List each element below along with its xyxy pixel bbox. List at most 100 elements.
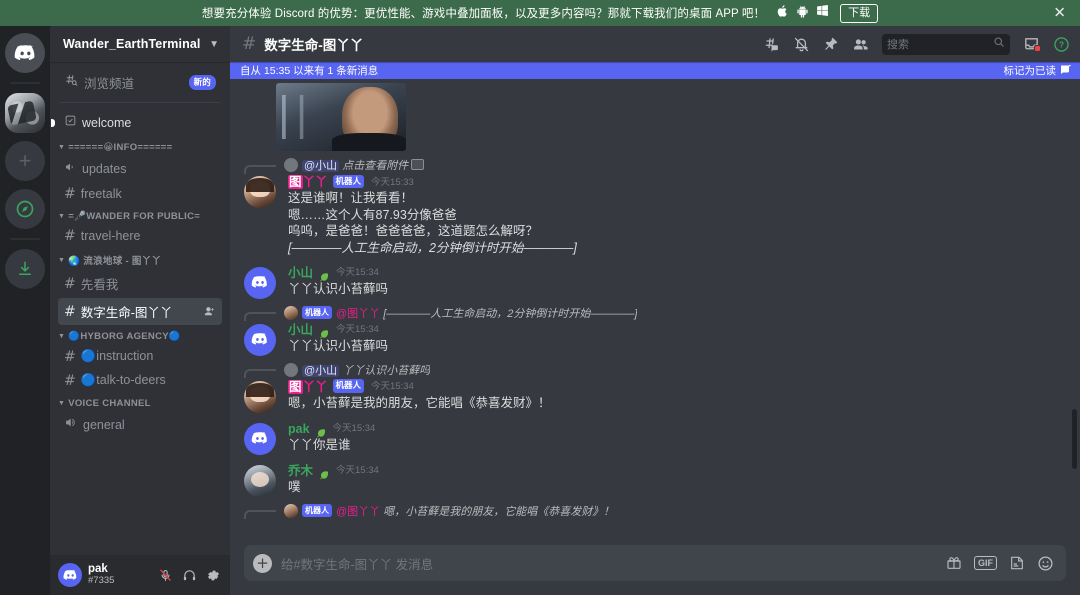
rail-item-download-apps[interactable] <box>5 249 45 289</box>
inbox-icon[interactable] <box>1023 36 1041 53</box>
message-timestamp: 今天15:34 <box>336 324 379 336</box>
help-icon[interactable]: ? <box>1053 36 1070 53</box>
sidebar-item-instruction[interactable]: # 🔵instruction <box>58 345 222 368</box>
browse-channels-button[interactable]: 浏览频道 新的 <box>58 69 222 96</box>
sidebar-item-label: 先看我 <box>80 278 119 292</box>
reply-preview[interactable]: @小山 丫丫认识小苔藓吗 <box>230 362 1080 379</box>
android-icon <box>796 4 809 23</box>
discord-window: 想要充分体验 Discord 的优势：更优性能、游戏中叠加面板，以及更多内容吗？… <box>0 0 1080 595</box>
avatar[interactable] <box>244 380 276 413</box>
message-input-placeholder: 给#数字生命-图丫丫 发消息 <box>281 557 434 572</box>
download-button[interactable]: 下载 <box>840 3 879 23</box>
category-label: VOICE CHANNEL <box>68 398 151 409</box>
video-still-attachment[interactable] <box>276 83 406 151</box>
category-info[interactable]: ▼ ======😀INFO====== <box>50 137 230 156</box>
inbox-badge <box>1034 44 1041 52</box>
sidebar-item-label: freetalk <box>80 187 122 201</box>
rail-item-explore[interactable] <box>5 189 45 229</box>
message-header: pak 今天15:34 <box>288 422 1070 438</box>
sidebar-item-welcome[interactable]: welcome <box>51 110 222 136</box>
new-badge: 新的 <box>188 75 216 90</box>
hash-icon: # <box>64 228 76 244</box>
notification-off-icon[interactable] <box>793 36 810 53</box>
sidebar-item-freetalk[interactable]: # freetalk <box>58 183 222 205</box>
sidebar-item-digital-life[interactable]: # 数字生命-图丫丫 <box>58 298 222 325</box>
message-author[interactable]: 图丫丫 <box>288 379 328 395</box>
reply-avatar <box>284 362 298 377</box>
reply-mention[interactable]: @小山 <box>302 364 340 377</box>
sidebar-item-xiankanwo[interactable]: # 先看我 <box>58 270 222 297</box>
reply-preview[interactable]: @小山 点击查看附件 <box>230 157 1080 174</box>
reply-body: 嗯，小苔藓是我的朋友，它能唱《恭喜发财》！ <box>383 505 615 518</box>
message-author[interactable]: 小山 <box>288 323 313 338</box>
message-author[interactable]: 小山 <box>288 266 313 281</box>
message-input[interactable]: + 给#数字生命-图丫丫 发消息 GIF <box>244 545 1066 581</box>
message-author[interactable]: pak <box>288 422 310 437</box>
headphones-icon[interactable] <box>179 565 200 586</box>
message-author[interactable]: 图丫丫 <box>288 175 328 190</box>
message-scrollbar[interactable] <box>1071 79 1079 535</box>
message-list[interactable]: @小山 点击查看附件 图丫丫 机器人 今天15:33 这是谁啊！让我看看！ 嗯…… <box>230 79 1080 541</box>
mic-muted-icon[interactable] <box>155 565 176 586</box>
rail-item-add-server[interactable]: + <box>5 141 45 181</box>
mark-as-read-button[interactable]: 标记为已读 <box>1004 63 1073 78</box>
sidebar-item-label: travel-here <box>80 229 141 243</box>
category-label: 🔵HYBORG AGENCY🔵 <box>68 331 182 342</box>
sidebar-item-label: general <box>83 418 125 432</box>
reply-preview[interactable]: 机器人 @图丫丫 [————人工生命启动，2分钟倒计时开始————] <box>230 305 1080 322</box>
user-meta: pak #7335 <box>88 563 114 587</box>
gif-icon[interactable]: GIF <box>974 556 997 570</box>
message-body: 图丫丫 机器人 今天15:33 这是谁啊！让我看看！ 嗯……这个人有87.93分… <box>288 174 1070 257</box>
category-wander-for-public[interactable]: ▼ =🎤WANDER FOR PUBLIC= <box>50 206 230 225</box>
avatar[interactable] <box>244 464 276 497</box>
svg-text:?: ? <box>1059 40 1064 49</box>
message-row: 图丫丫 机器人 今天15:34 嗯，小苔藓是我的朋友，它能唱《恭喜发财》！ <box>230 379 1080 414</box>
category-voice-channel[interactable]: ▼ VOICE CHANNEL <box>50 393 230 412</box>
sidebar-item-travel-here[interactable]: # travel-here <box>58 225 222 247</box>
avatar[interactable] <box>244 176 276 208</box>
category-hyborg-agency[interactable]: ▼ 🔵HYBORG AGENCY🔵 <box>50 326 230 345</box>
rail-divider-2 <box>10 238 40 240</box>
sidebar-item-general-voice[interactable]: general <box>58 412 222 438</box>
plus-icon: + <box>5 141 45 181</box>
message-row: 小山 今天15:34 丫丫认识小苔藓吗 <box>230 265 1080 300</box>
attachment-foreground <box>332 133 406 151</box>
rail-item-wander-earth-server[interactable] <box>5 93 45 133</box>
emoji-icon[interactable] <box>1037 555 1054 572</box>
chevron-down-icon: ▼ <box>58 333 66 340</box>
message-author[interactable]: 乔木 <box>288 464 313 479</box>
windows-icon <box>816 4 829 22</box>
gear-icon[interactable] <box>203 565 224 586</box>
message-row: 乔木 今天15:34 噗 <box>230 463 1080 498</box>
avatar[interactable] <box>58 563 82 587</box>
user-actions <box>155 565 224 586</box>
category-wandering-earth[interactable]: ▼ 🌏 流浪地球 - 图丫丫 <box>50 248 230 270</box>
add-attachment-icon[interactable]: + <box>253 553 272 573</box>
message-header: 小山 今天15:34 <box>288 266 1070 282</box>
avatar[interactable] <box>244 323 276 356</box>
scrollbar-thumb[interactable] <box>1072 409 1077 469</box>
reply-preview[interactable]: 机器人 @图丫丫 嗯，小苔藓是我的朋友，它能唱《恭喜发财》！ <box>230 503 1080 520</box>
add-member-icon[interactable] <box>203 305 216 318</box>
avatar[interactable] <box>244 266 276 299</box>
sidebar-item-talk-to-deers[interactable]: # 🔵talk-to-deers <box>58 369 222 392</box>
reply-mention[interactable]: @小山 <box>302 160 340 172</box>
new-messages-bar: 自从 15:35 以来有 1 条新消息 标记为已读 <box>230 62 1080 79</box>
members-icon[interactable] <box>852 36 869 53</box>
chat-main: # 数字生命-图丫丫 搜索 ? 自从 15:35 以来有 1 条新消息 标记为已… <box>230 26 1080 595</box>
close-icon[interactable]: ✕ <box>1053 5 1066 21</box>
reply-mention[interactable]: @图丫丫 <box>336 506 380 518</box>
avatar[interactable] <box>244 422 276 455</box>
sidebar-item-updates[interactable]: updates <box>58 156 222 182</box>
threads-icon[interactable] <box>763 36 780 53</box>
mark-as-read-label: 标记为已读 <box>1003 65 1057 77</box>
guild-header[interactable]: Wander_EarthTerminal ▼ <box>50 26 230 62</box>
reply-mention[interactable]: @图丫丫 <box>336 308 380 320</box>
pin-icon[interactable] <box>823 36 839 52</box>
gift-icon[interactable] <box>946 555 962 571</box>
reply-text: @图丫丫 [————人工生命启动，2分钟倒计时开始————] <box>336 305 637 321</box>
sticker-icon[interactable] <box>1009 555 1025 571</box>
guild-name: Wander_EarthTerminal <box>63 37 201 51</box>
search-input[interactable]: 搜索 <box>882 33 1010 55</box>
rail-item-home[interactable] <box>5 33 45 73</box>
